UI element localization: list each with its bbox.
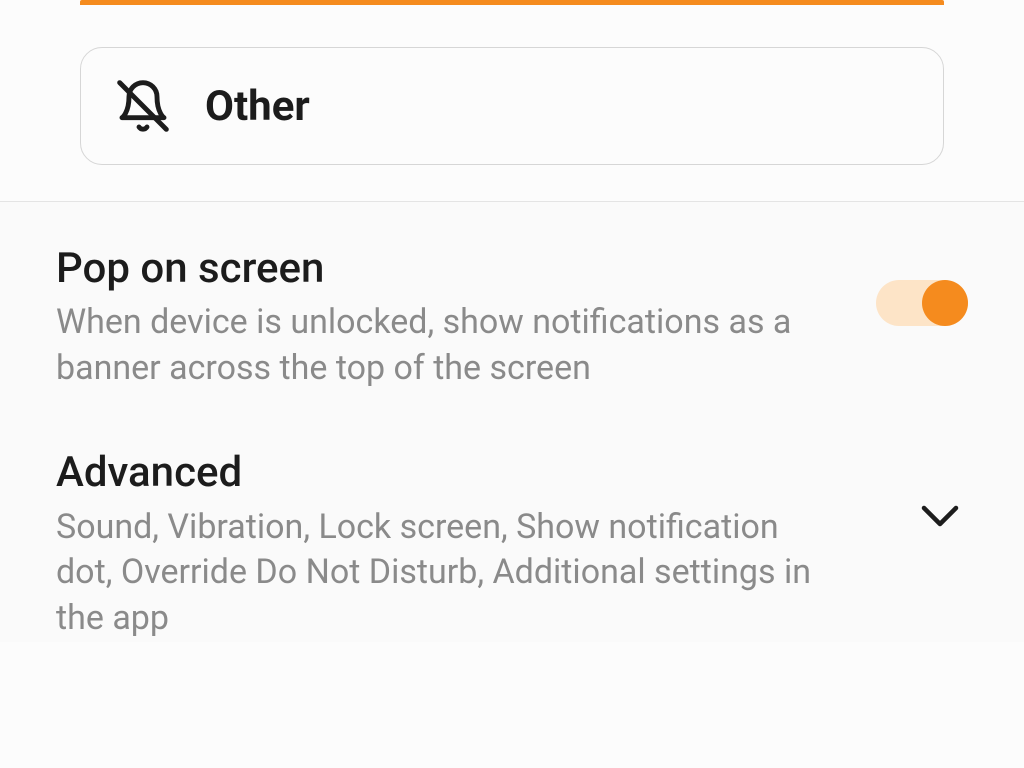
settings-list: Pop on screen When device is unlocked, s… [0,202,1024,642]
chevron-down-icon [918,500,962,530]
toggle-knob [922,280,968,326]
other-card-label: Other [205,82,310,131]
bell-off-icon [115,78,171,134]
pop-on-screen-title: Pop on screen [56,244,846,294]
other-card[interactable]: Other [80,47,944,165]
pop-on-screen-row[interactable]: Pop on screen When device is unlocked, s… [56,244,968,392]
pop-on-screen-description: When device is unlocked, show notificati… [56,300,816,392]
advanced-text: Advanced Sound, Vibration, Lock screen, … [56,448,918,642]
selected-card-accent [80,0,944,5]
pop-on-screen-text: Pop on screen When device is unlocked, s… [56,244,876,392]
cards-section: Other [0,0,1024,201]
advanced-title: Advanced [56,448,888,498]
advanced-description: Sound, Vibration, Lock screen, Show noti… [56,505,816,643]
pop-on-screen-toggle[interactable] [876,280,968,326]
advanced-row[interactable]: Advanced Sound, Vibration, Lock screen, … [56,448,968,642]
